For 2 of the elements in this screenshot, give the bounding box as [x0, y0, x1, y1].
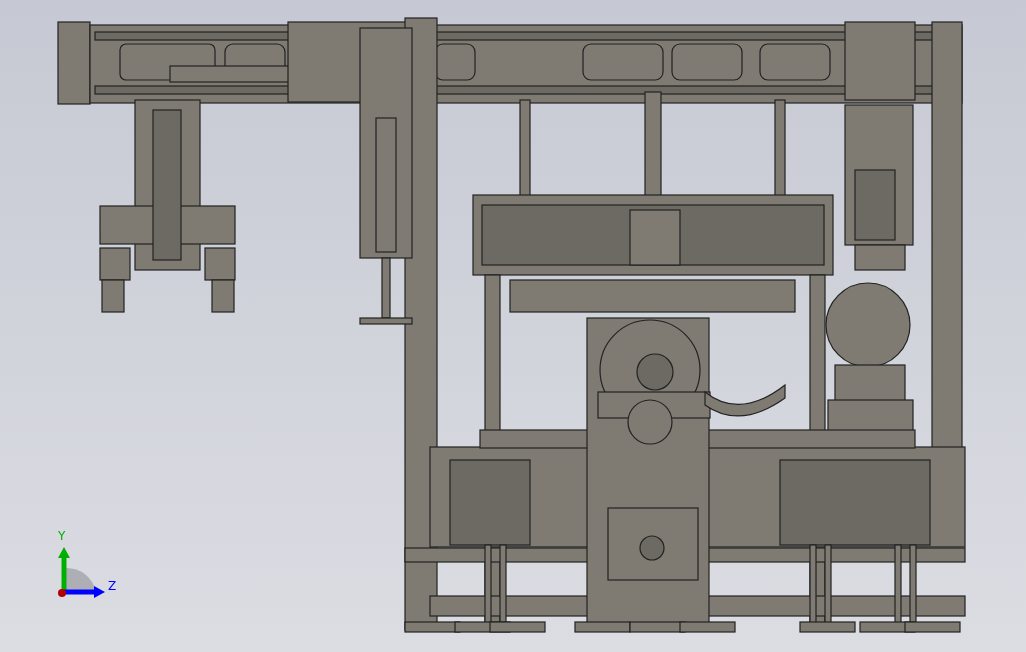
y-axis-label: Y: [58, 530, 66, 542]
z-axis-label: Z: [108, 580, 117, 592]
